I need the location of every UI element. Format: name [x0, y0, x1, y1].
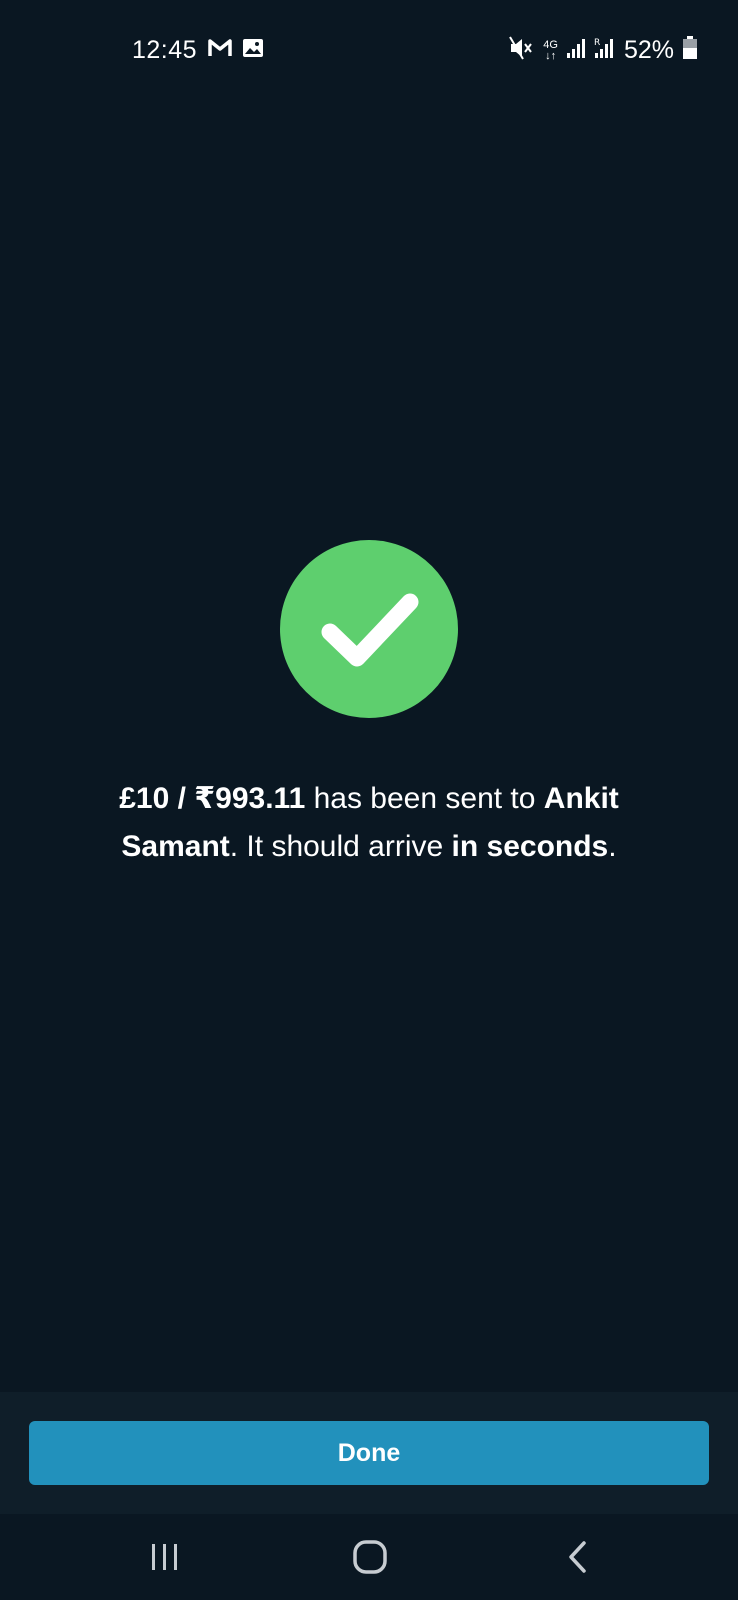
notification-icons: [208, 38, 264, 63]
battery-percent: 52%: [623, 36, 674, 64]
confirmation-message: £10 / ₹993.11 has been sent to Ankit Sam…: [60, 775, 678, 871]
message-text-3: .: [608, 830, 617, 863]
battery-icon: [682, 36, 698, 65]
success-check-badge: [280, 540, 458, 718]
transfer-amount: £10 / ₹993.11: [119, 782, 306, 815]
home-button[interactable]: [340, 1534, 400, 1580]
roaming-signal-icon: R: [594, 36, 616, 65]
home-icon: [353, 1540, 387, 1574]
system-navigation-bar: [0, 1514, 738, 1600]
message-text-1: has been sent to: [305, 782, 544, 815]
network-type: 4G: [543, 38, 558, 51]
signal-icon: [566, 37, 586, 64]
done-button[interactable]: Done: [29, 1421, 709, 1485]
recents-button[interactable]: [135, 1534, 195, 1580]
data-arrows-icon: ↓↑: [545, 49, 557, 62]
checkmark-icon: [321, 593, 419, 667]
recents-icon: [152, 1544, 177, 1570]
arrival-time: in seconds: [451, 830, 609, 863]
back-icon: [569, 1541, 586, 1573]
back-button[interactable]: [548, 1534, 608, 1580]
message-text-2: . It should arrive: [229, 830, 452, 863]
gallery-icon: [242, 38, 264, 63]
status-time: 12:45: [132, 36, 198, 64]
status-right-icons: 4G ↓↑ R 52%: [509, 36, 698, 65]
svg-text:R: R: [594, 38, 600, 48]
bottom-action-bar: Done: [0, 1392, 738, 1514]
network-indicator: 4G ↓↑: [543, 38, 558, 62]
gmail-icon: [208, 38, 232, 63]
status-bar: 12:45 4G ↓↑ R 52%: [0, 0, 738, 100]
mute-icon: [509, 36, 535, 65]
transfer-success-screen: 12:45 4G ↓↑ R 52% £10 / ₹993.11 has been…: [0, 0, 738, 1600]
